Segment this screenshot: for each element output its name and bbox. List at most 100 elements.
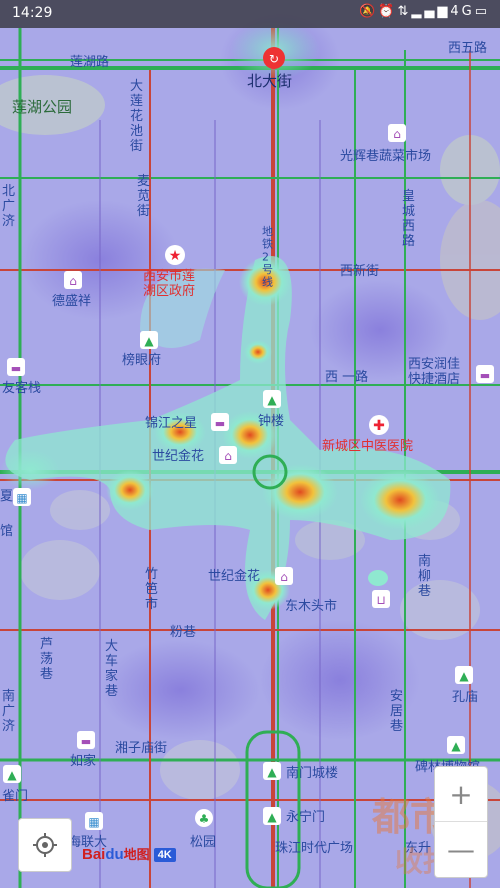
hotel-icon: ▬	[476, 365, 494, 383]
svg-text:⌂: ⌂	[280, 570, 288, 584]
label-queman: 雀门	[2, 789, 28, 804]
label-lianhu-park: 莲湖公园	[12, 98, 72, 116]
svg-text:♣: ♣	[199, 812, 210, 826]
label-xiyilu: 西 一路	[325, 369, 368, 385]
svg-text:▲: ▲	[144, 334, 154, 348]
zoom-control: + —	[434, 766, 488, 878]
status-time: 14:29	[12, 5, 53, 21]
label-rujia: 如家	[70, 753, 96, 769]
svg-text:▦: ▦	[88, 815, 99, 829]
logo-bai: Bai	[82, 846, 106, 863]
svg-text:▬: ▬	[11, 362, 21, 375]
label-guan: 馆	[0, 524, 13, 539]
svg-text:▲: ▲	[267, 765, 277, 779]
label-zhonglou: 钟楼	[258, 413, 284, 429]
scale-badge: 4K	[153, 848, 176, 863]
label-xiangzimiao: 湘子庙街	[115, 741, 167, 756]
landmark-icon: ▲	[263, 807, 281, 825]
label-bangyan: 榜眼府	[122, 352, 161, 368]
label-xia: 夏	[0, 489, 13, 504]
label-kongmiao: 孔庙	[452, 690, 478, 705]
status-icons: 🔕⏰⇅▂▄▆4G▭	[359, 4, 490, 19]
svg-text:▦: ▦	[16, 491, 27, 505]
hospital-icon: ✚	[369, 415, 389, 435]
locate-icon	[33, 833, 57, 857]
hotel-icon: ▬	[211, 413, 229, 431]
label-desheng: 德盛祥	[52, 294, 91, 309]
svg-text:▲: ▲	[451, 739, 461, 753]
cart-icon: ⊔	[372, 590, 390, 608]
label-xixinjie: 西新街	[340, 263, 379, 279]
label-nanliuxiang: 南柳巷	[418, 553, 431, 599]
svg-text:⌂: ⌂	[224, 449, 232, 463]
shopping-icon: ⌂	[64, 271, 82, 289]
svg-text:▬: ▬	[81, 735, 91, 748]
label-zhujiang: 珠江时代广场	[275, 841, 353, 856]
label-hospital: 新城区中医医院	[322, 438, 413, 454]
svg-text:✚: ✚	[373, 418, 385, 434]
svg-text:▲: ▲	[7, 768, 17, 782]
label-century2: 世纪金花	[208, 568, 260, 584]
network-type: 4G	[450, 4, 475, 19]
hotel-icon: ▬	[7, 358, 25, 376]
logo-ditu: 地图	[123, 847, 150, 862]
alarm-icon: ⏰	[378, 4, 398, 19]
label-dongmu: 东木头市	[285, 598, 337, 614]
landmark-icon: ▲	[140, 331, 158, 349]
svg-text:▲: ▲	[267, 810, 277, 824]
heatmap-map[interactable]: ↻ ⌂ ⌂ ★ ▲ ▬ ▬ ▬ ▲ ✚ ⌂ ▦ ⌂ ⊔ ▲ ▬ ▲ ▲ ▲ ▲ …	[0, 0, 500, 888]
label-yongning: 永宁门	[286, 809, 325, 825]
label-nanguangji: 南广济	[2, 688, 15, 734]
shopping-icon: ⌂	[388, 124, 406, 142]
label-jinjiang: 锦江之星	[145, 416, 197, 431]
shopping-icon: ⌂	[275, 567, 293, 585]
svg-text:▬: ▬	[480, 369, 490, 382]
svg-text:↻: ↻	[269, 52, 279, 66]
label-maimiao: 麦苋街	[137, 174, 150, 219]
svg-text:⌂: ⌂	[69, 274, 77, 288]
label-century: 世纪金花	[152, 448, 204, 464]
svg-text:★: ★	[169, 248, 182, 264]
building-icon: ▦	[13, 488, 31, 506]
label-xiwu-road: 西五路	[448, 40, 487, 56]
svg-text:⌂: ⌂	[393, 127, 401, 141]
svg-text:⊔: ⊔	[376, 593, 385, 607]
logo-du: du	[105, 846, 124, 863]
label-dalianhuachi: 大莲花池街	[130, 79, 143, 154]
signal-icon: ▂▄▆	[411, 4, 451, 19]
label-gov: 西安市莲湖区政府	[143, 268, 195, 299]
label-guanghui-market: 光辉巷蔬菜市场	[340, 148, 431, 164]
hotel-icon: ▬	[77, 731, 95, 749]
label-runjia: 西安润佳快捷酒店	[408, 357, 460, 387]
svg-text:▬: ▬	[215, 417, 225, 430]
label-anjuxiang: 安居巷	[390, 689, 403, 734]
landmark-icon: ▲	[263, 390, 281, 408]
vibrate-icon: ⇅	[397, 4, 412, 19]
svg-text:▲: ▲	[459, 669, 469, 683]
label-fenxiang: 粉巷	[170, 625, 196, 640]
locate-button[interactable]	[18, 818, 72, 872]
gov-star-icon: ★	[165, 245, 185, 265]
building-icon: ▦	[85, 812, 103, 830]
landmark-icon: ▲	[263, 762, 281, 780]
zoom-in-button[interactable]: +	[435, 767, 487, 821]
baidu-logo: Baidu地图 4K	[82, 844, 176, 863]
label-youke: 友客栈	[2, 380, 41, 396]
park-icon: ♣	[195, 809, 213, 827]
label-beidajie: 北大街	[247, 72, 292, 90]
zoom-out-button[interactable]: —	[435, 822, 487, 876]
label-songyuan: 松园	[190, 835, 216, 850]
metro-icon: ↻	[263, 47, 285, 69]
shopping-icon: ⌂	[219, 446, 237, 464]
battery-icon: ▭	[474, 4, 490, 19]
svg-text:▲: ▲	[267, 393, 277, 407]
landmark-icon: ▲	[455, 666, 473, 684]
landmark-icon: ▲	[447, 736, 465, 754]
mute-icon: 🔕	[359, 4, 379, 19]
label-nanmen: 南门城楼	[286, 765, 338, 781]
label-huangcheng: 皇城西路	[402, 189, 415, 249]
label-dachaijia: 大车家巷	[105, 639, 118, 699]
status-bar: 14:29 🔕⏰⇅▂▄▆4G▭	[0, 0, 500, 28]
label-zhubashi: 竹笆市	[145, 567, 158, 612]
label-lianhu-road: 莲湖路	[70, 54, 109, 70]
